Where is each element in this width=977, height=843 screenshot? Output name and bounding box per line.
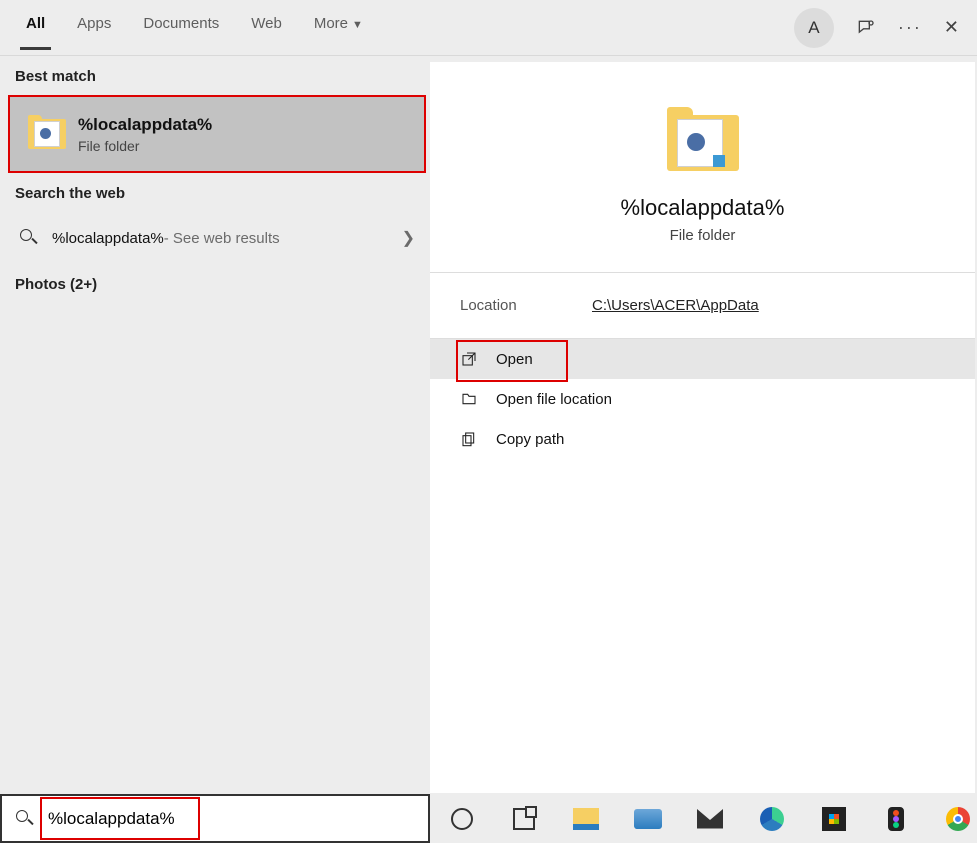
tab-all[interactable]: All bbox=[10, 10, 61, 50]
location-row: Location C:\Users\ACER\AppData bbox=[430, 273, 975, 339]
cortana-icon[interactable] bbox=[448, 805, 476, 833]
feedback-icon[interactable] bbox=[856, 18, 876, 38]
action-copy-path[interactable]: Copy path bbox=[430, 419, 975, 459]
figma-icon[interactable] bbox=[882, 805, 910, 833]
tab-web[interactable]: Web bbox=[235, 10, 298, 50]
chevron-down-icon: ▼ bbox=[352, 19, 363, 31]
preview-subtitle: File folder bbox=[670, 227, 736, 244]
web-search-suffix: - See web results bbox=[164, 230, 280, 247]
results-pane: Best match %localappdata% File folder Se… bbox=[0, 56, 430, 793]
preview-folder-icon bbox=[667, 107, 739, 175]
open-icon bbox=[460, 350, 478, 368]
results-area: Best match %localappdata% File folder Se… bbox=[0, 56, 977, 793]
search-web-heading: Search the web bbox=[0, 173, 430, 212]
taskbar-tray bbox=[430, 794, 977, 843]
action-open[interactable]: Open bbox=[430, 339, 975, 379]
chevron-right-icon: ❯ bbox=[402, 228, 415, 248]
preview-pane: %localappdata% File folder Location C:\U… bbox=[430, 62, 975, 793]
search-icon bbox=[16, 810, 34, 828]
location-path[interactable]: C:\Users\ACER\AppData bbox=[592, 297, 759, 314]
best-match-title: %localappdata% bbox=[78, 115, 212, 135]
more-options-icon[interactable]: ··· bbox=[898, 17, 922, 38]
search-input[interactable] bbox=[48, 809, 378, 829]
action-open-label: Open bbox=[496, 351, 533, 368]
best-match-text: %localappdata% File folder bbox=[78, 115, 212, 154]
tab-documents[interactable]: Documents bbox=[127, 10, 235, 50]
chrome-icon[interactable] bbox=[944, 805, 972, 833]
task-view-icon[interactable] bbox=[510, 805, 538, 833]
location-label: Location bbox=[460, 297, 592, 314]
photos-heading[interactable]: Photos (2+) bbox=[0, 264, 430, 303]
action-copy-path-label: Copy path bbox=[496, 431, 564, 448]
tab-bar: All Apps Documents Web More▼ A ··· ✕ bbox=[0, 0, 977, 56]
preview-title: %localappdata% bbox=[621, 195, 785, 221]
best-match-subtitle: File folder bbox=[78, 138, 212, 154]
folder-icon bbox=[28, 115, 66, 153]
folder-open-icon bbox=[460, 390, 478, 408]
taskbar-search[interactable] bbox=[0, 794, 430, 843]
search-icon bbox=[20, 229, 38, 247]
web-search-query: %localappdata% bbox=[52, 230, 164, 247]
top-right-controls: A ··· ✕ bbox=[794, 8, 967, 48]
filter-tabs: All Apps Documents Web More▼ bbox=[10, 0, 379, 55]
edge-icon[interactable] bbox=[758, 805, 786, 833]
best-match-result[interactable]: %localappdata% File folder bbox=[8, 95, 426, 173]
best-match-heading: Best match bbox=[0, 56, 430, 95]
file-explorer-icon[interactable] bbox=[572, 805, 600, 833]
mail-icon[interactable] bbox=[696, 805, 724, 833]
web-search-result[interactable]: %localappdata% - See web results ❯ bbox=[0, 212, 430, 264]
user-avatar[interactable]: A bbox=[794, 8, 834, 48]
tab-apps[interactable]: Apps bbox=[61, 10, 127, 50]
microsoft-store-icon[interactable] bbox=[820, 805, 848, 833]
taskbar bbox=[0, 794, 977, 843]
preview-header: %localappdata% File folder bbox=[430, 62, 975, 273]
action-open-location-label: Open file location bbox=[496, 391, 612, 408]
action-open-file-location[interactable]: Open file location bbox=[430, 379, 975, 419]
close-icon[interactable]: ✕ bbox=[944, 17, 959, 38]
tab-more[interactable]: More▼ bbox=[298, 10, 379, 50]
touch-keyboard-icon[interactable] bbox=[634, 805, 662, 833]
copy-icon bbox=[460, 430, 478, 448]
